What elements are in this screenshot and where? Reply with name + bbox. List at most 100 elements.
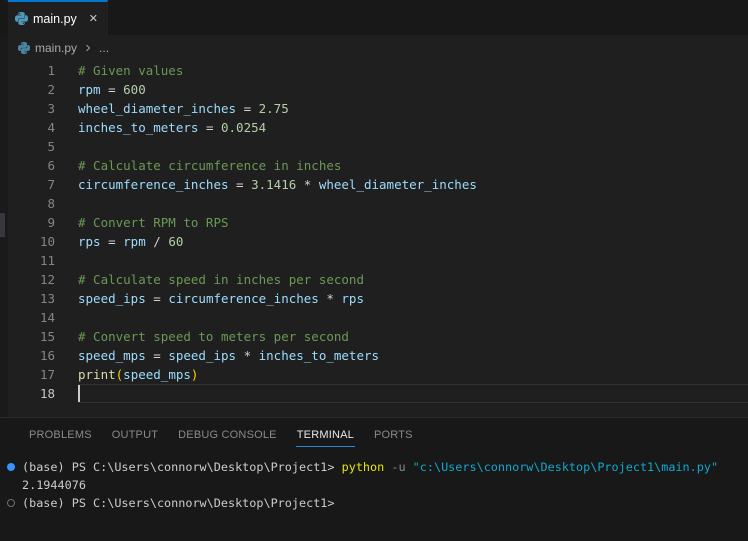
code-token-number: 3.1416 [251, 177, 297, 192]
line-number: 4 [47, 120, 55, 135]
line-number: 14 [39, 310, 55, 325]
code-token-variable: inches_to_meters [78, 120, 199, 135]
code-line[interactable]: 4 inches_to_meters = 0.0254 [8, 118, 748, 137]
line-number: 3 [47, 101, 55, 116]
code-token-operator: = [145, 291, 169, 306]
code-text: # Calculate speed in inches per second [78, 270, 364, 289]
code-line[interactable]: 7 circumference_inches = 3.1416 * wheel_d… [8, 175, 748, 194]
terminal-command-decoration [0, 494, 22, 512]
code-line[interactable]: 10 rps = rpm / 60 [8, 232, 748, 251]
code-token-text: (base) PS C:\Users\connorw\Desktop\Proje… [22, 460, 342, 474]
code-line[interactable]: 5 [8, 137, 748, 156]
line-number: 6 [47, 158, 55, 173]
code-line[interactable]: 9 # Convert RPM to RPS [8, 213, 748, 232]
code-text: wheel_diameter_inches = 2.75 [78, 99, 289, 118]
breadcrumb-file[interactable]: main.py [35, 41, 77, 55]
panel-tab-bar: PROBLEMS OUTPUT DEBUG CONSOLE TERMINAL PORTS [0, 418, 748, 452]
vscode-window: { "tab_bar": { "tabs": [ { "label": "mai… [0, 0, 748, 541]
text-cursor [78, 385, 80, 402]
panel-tab-debug-console[interactable]: DEBUG CONSOLE [177, 423, 278, 447]
terminal-text: 2.1944076 [22, 476, 86, 494]
code-token-operator: * [318, 291, 342, 306]
code-text: # Given values [78, 61, 183, 80]
line-number: 10 [39, 234, 55, 249]
code-line[interactable]: 13 speed_ips = circumference_inches * rps [8, 289, 748, 308]
line-number: 5 [47, 139, 55, 154]
code-token-number: 60 [168, 234, 184, 249]
code-lines: 1 # Given values 2 rpm = 600 3 wheel_diameter… [8, 61, 748, 403]
code-token-number: 600 [123, 82, 146, 97]
line-number: 7 [47, 177, 55, 192]
code-token-variable: speed_mps [78, 348, 146, 363]
code-token-operator: * [236, 348, 259, 363]
line-number: 18 [39, 386, 55, 401]
python-file-icon [18, 42, 30, 54]
code-token-variable: rps [341, 291, 364, 306]
line-number: 17 [39, 367, 55, 382]
code-line[interactable]: 11 [8, 251, 748, 270]
code-line[interactable]: 12 # Calculate speed in inches per second [8, 270, 748, 289]
code-token-variable: circumference_inches [78, 177, 229, 192]
code-token-variable: circumference_inches [168, 291, 319, 306]
code-token-variable: inches_to_meters [258, 348, 380, 363]
terminal[interactable]: (base) PS C:\Users\connorw\Desktop\Proje… [0, 458, 748, 512]
code-line[interactable]: 18 [8, 384, 748, 403]
code-line[interactable]: 8 [8, 194, 748, 213]
code-text: rps = rpm / 60 [78, 232, 183, 251]
python-file-icon [15, 12, 28, 25]
breadcrumb: main.py ... [8, 35, 748, 61]
panel-tab-output[interactable]: OUTPUT [111, 423, 159, 447]
code-line[interactable]: 15 # Convert speed to meters per second [8, 327, 748, 346]
code-token-string: "c:\Users\connorw\Desktop\Project1\main.… [412, 460, 719, 474]
line-number: 9 [47, 215, 55, 230]
code-line[interactable]: 14 [8, 308, 748, 327]
code-line[interactable]: 3 wheel_diameter_inches = 2.75 [8, 99, 748, 118]
code-token-operator: = [100, 234, 124, 249]
code-token-operator: = [100, 82, 124, 97]
tab-main-py[interactable]: main.py ✕ [8, 0, 108, 35]
line-number: 8 [47, 196, 55, 211]
code-token-parameter: -u [391, 460, 406, 474]
code-token-operator: * [296, 177, 319, 192]
line-number: 1 [47, 63, 55, 78]
code-token-bracket: ) [190, 367, 199, 382]
code-text: circumference_inches = 3.1416 * wheel_di… [78, 175, 477, 194]
terminal-text: (base) PS C:\Users\connorw\Desktop\Proje… [22, 494, 335, 512]
code-text: print(speed_mps) [78, 365, 198, 384]
close-icon[interactable]: ✕ [89, 12, 98, 25]
code-text: inches_to_meters = 0.0254 [78, 118, 266, 137]
code-line[interactable]: 6 # Calculate circumference in inches [8, 156, 748, 175]
line-number: 16 [39, 348, 55, 363]
code-token-operator: = [228, 177, 252, 192]
code-text: # Convert RPM to RPS [78, 213, 229, 232]
editor[interactable]: main.py ... 1 # Given values 2 rpm = 600 3 wh… [8, 35, 748, 417]
command-run-dot-icon[interactable] [7, 463, 15, 471]
breadcrumb-symbol-ellipsis[interactable]: ... [99, 41, 109, 55]
line-number: 2 [47, 82, 55, 97]
code-line[interactable]: 2 rpm = 600 [8, 80, 748, 99]
code-token-comment: # Calculate circumference in inches [78, 158, 342, 173]
code-token-comment: # Given values [78, 63, 184, 78]
terminal-line: (base) PS C:\Users\connorw\Desktop\Proje… [0, 458, 748, 476]
code-token-text: (base) PS C:\Users\connorw\Desktop\Proje… [22, 496, 335, 510]
code-token-command: python [341, 460, 385, 474]
tab-label: main.py [33, 11, 77, 26]
line-number: 15 [39, 329, 55, 344]
panel-tab-problems[interactable]: PROBLEMS [28, 423, 93, 447]
line-number: 11 [39, 253, 55, 268]
code-token-operator: = [236, 101, 259, 116]
code-token-variable: speed_ips [78, 291, 146, 306]
code-text: speed_ips = circumference_inches * rps [78, 289, 364, 308]
editor-tab-bar: main.py ✕ [0, 0, 748, 35]
code-token-variable: rps [78, 234, 101, 249]
panel-tab-ports[interactable]: PORTS [373, 423, 414, 447]
code-text: speed_mps = speed_ips * inches_to_meters [78, 346, 379, 365]
code-line[interactable]: 17 print(speed_mps) [8, 365, 748, 384]
code-line[interactable]: 1 # Given values [8, 61, 748, 80]
code-line[interactable]: 16 speed_mps = speed_ips * inches_to_mete… [8, 346, 748, 365]
code-token-variable: rpm [78, 82, 101, 97]
panel-tab-terminal[interactable]: TERMINAL [295, 423, 355, 447]
terminal-text: (base) PS C:\Users\connorw\Desktop\Proje… [22, 458, 718, 476]
bottom-panel: PROBLEMS OUTPUT DEBUG CONSOLE TERMINAL PORTS… [0, 417, 748, 541]
